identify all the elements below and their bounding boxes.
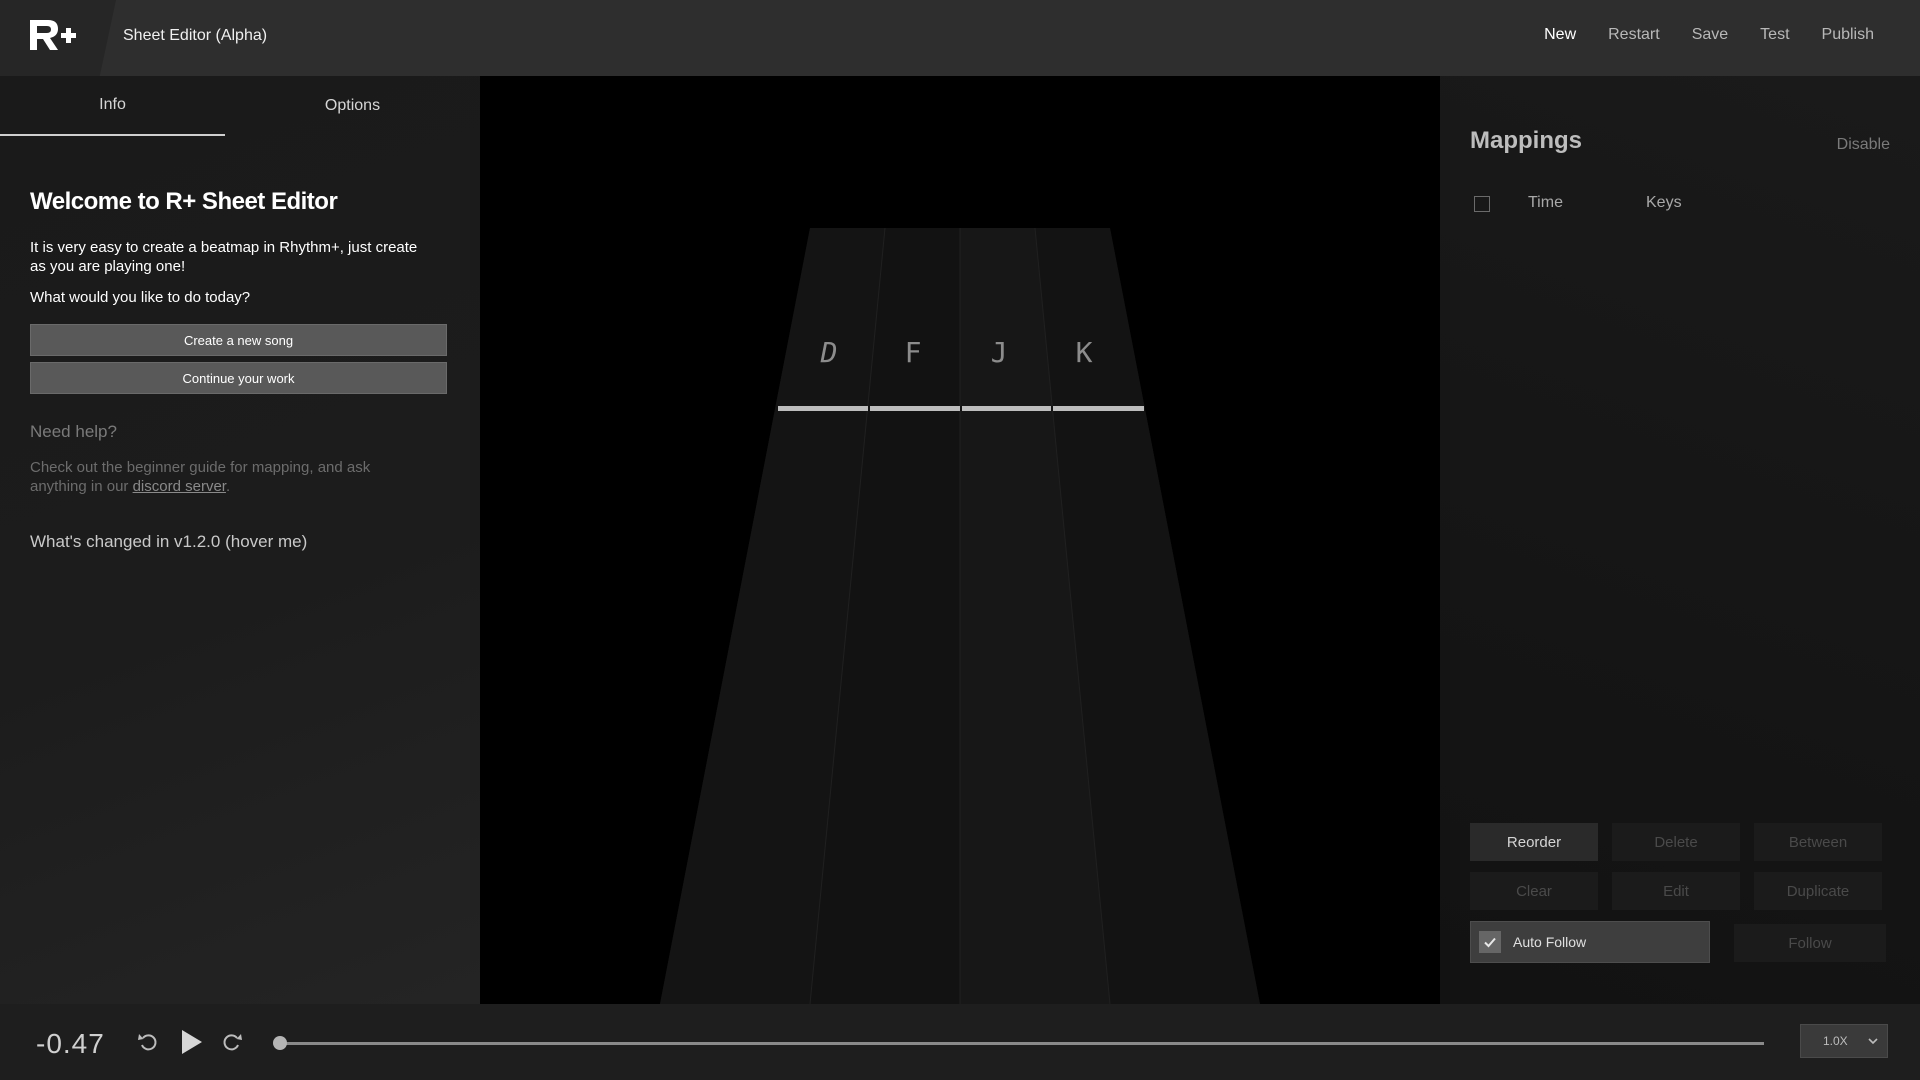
speed-value: 1.0X	[1823, 1034, 1848, 1048]
current-time: -0.47	[36, 1028, 105, 1059]
note-highway-stage[interactable]: D F J K	[480, 76, 1440, 1004]
reorder-button[interactable]: Reorder	[1470, 823, 1598, 861]
lane-key-d: D	[820, 336, 838, 369]
nav-restart[interactable]: Restart	[1608, 26, 1660, 44]
nav-new[interactable]: New	[1544, 26, 1576, 44]
create-new-song-button[interactable]: Create a new song	[30, 324, 447, 356]
help-text: Check out the beginner guide for mapping…	[30, 458, 430, 496]
nav-test[interactable]: Test	[1760, 26, 1789, 44]
mappings-panel: Mappings Disable Time Keys Reorder Delet…	[1440, 76, 1920, 1004]
discord-server-link[interactable]: discord server	[133, 478, 226, 495]
column-header-time: Time	[1528, 194, 1563, 211]
top-nav: New Restart Save Test Publish	[1544, 26, 1874, 44]
mappings-title: Mappings	[1470, 127, 1582, 154]
chevron-down-icon	[1868, 1038, 1878, 1045]
auto-follow-label: Auto Follow	[1513, 934, 1587, 950]
intro-text: It is very easy to create a beatmap in R…	[30, 239, 418, 275]
tab-options[interactable]: Options	[240, 76, 465, 136]
info-panel: Info Options Welcome to R+ Sheet Editor …	[0, 76, 480, 1004]
nav-publish[interactable]: Publish	[1822, 26, 1874, 44]
question-text: What would you like to do today?	[30, 289, 251, 306]
duplicate-button[interactable]: Duplicate	[1754, 872, 1882, 910]
disable-button[interactable]: Disable	[1837, 136, 1890, 154]
check-icon	[1484, 937, 1496, 948]
rhythm-plus-logo-icon[interactable]	[28, 18, 82, 52]
lane-key-f: F	[905, 336, 922, 369]
delete-button[interactable]: Delete	[1612, 823, 1740, 861]
auto-follow-toggle[interactable]: Auto Follow	[1470, 921, 1710, 963]
playback-speed-select[interactable]: 1.0X	[1800, 1024, 1888, 1058]
top-header: Sheet Editor (Alpha) New Restart Save Te…	[0, 0, 1920, 76]
note-highway[interactable]: D F J K	[480, 76, 1440, 1004]
clear-button[interactable]: Clear	[1470, 872, 1598, 910]
continue-work-button[interactable]: Continue your work	[30, 362, 447, 394]
column-header-keys: Keys	[1646, 194, 1682, 211]
playback-bar: -0.47 1.0X	[0, 1004, 1920, 1080]
timeline-track[interactable]	[280, 1042, 1764, 1045]
nav-save[interactable]: Save	[1692, 26, 1728, 44]
timeline-knob[interactable]	[273, 1036, 287, 1050]
select-all-checkbox[interactable]	[1474, 196, 1490, 212]
play-icon[interactable]	[178, 1028, 204, 1056]
panel-tabs: Info Options	[0, 76, 480, 136]
lane-key-k: K	[1076, 336, 1093, 369]
forward-icon[interactable]	[220, 1030, 244, 1054]
auto-follow-checkbox[interactable]	[1479, 931, 1501, 953]
app-title: Sheet Editor (Alpha)	[123, 27, 268, 44]
between-button[interactable]: Between	[1754, 823, 1882, 861]
follow-button[interactable]: Follow	[1734, 924, 1886, 962]
edit-button[interactable]: Edit	[1612, 872, 1740, 910]
rewind-icon[interactable]	[136, 1030, 160, 1054]
welcome-title: Welcome to R+ Sheet Editor	[30, 188, 338, 215]
help-text-after: .	[225, 478, 231, 495]
help-title: Need help?	[30, 422, 117, 441]
changelog-hover-text[interactable]: What's changed in v1.2.0 (hover me)	[30, 532, 307, 552]
tab-info[interactable]: Info	[0, 76, 225, 136]
lane-key-j: J	[991, 336, 1008, 369]
